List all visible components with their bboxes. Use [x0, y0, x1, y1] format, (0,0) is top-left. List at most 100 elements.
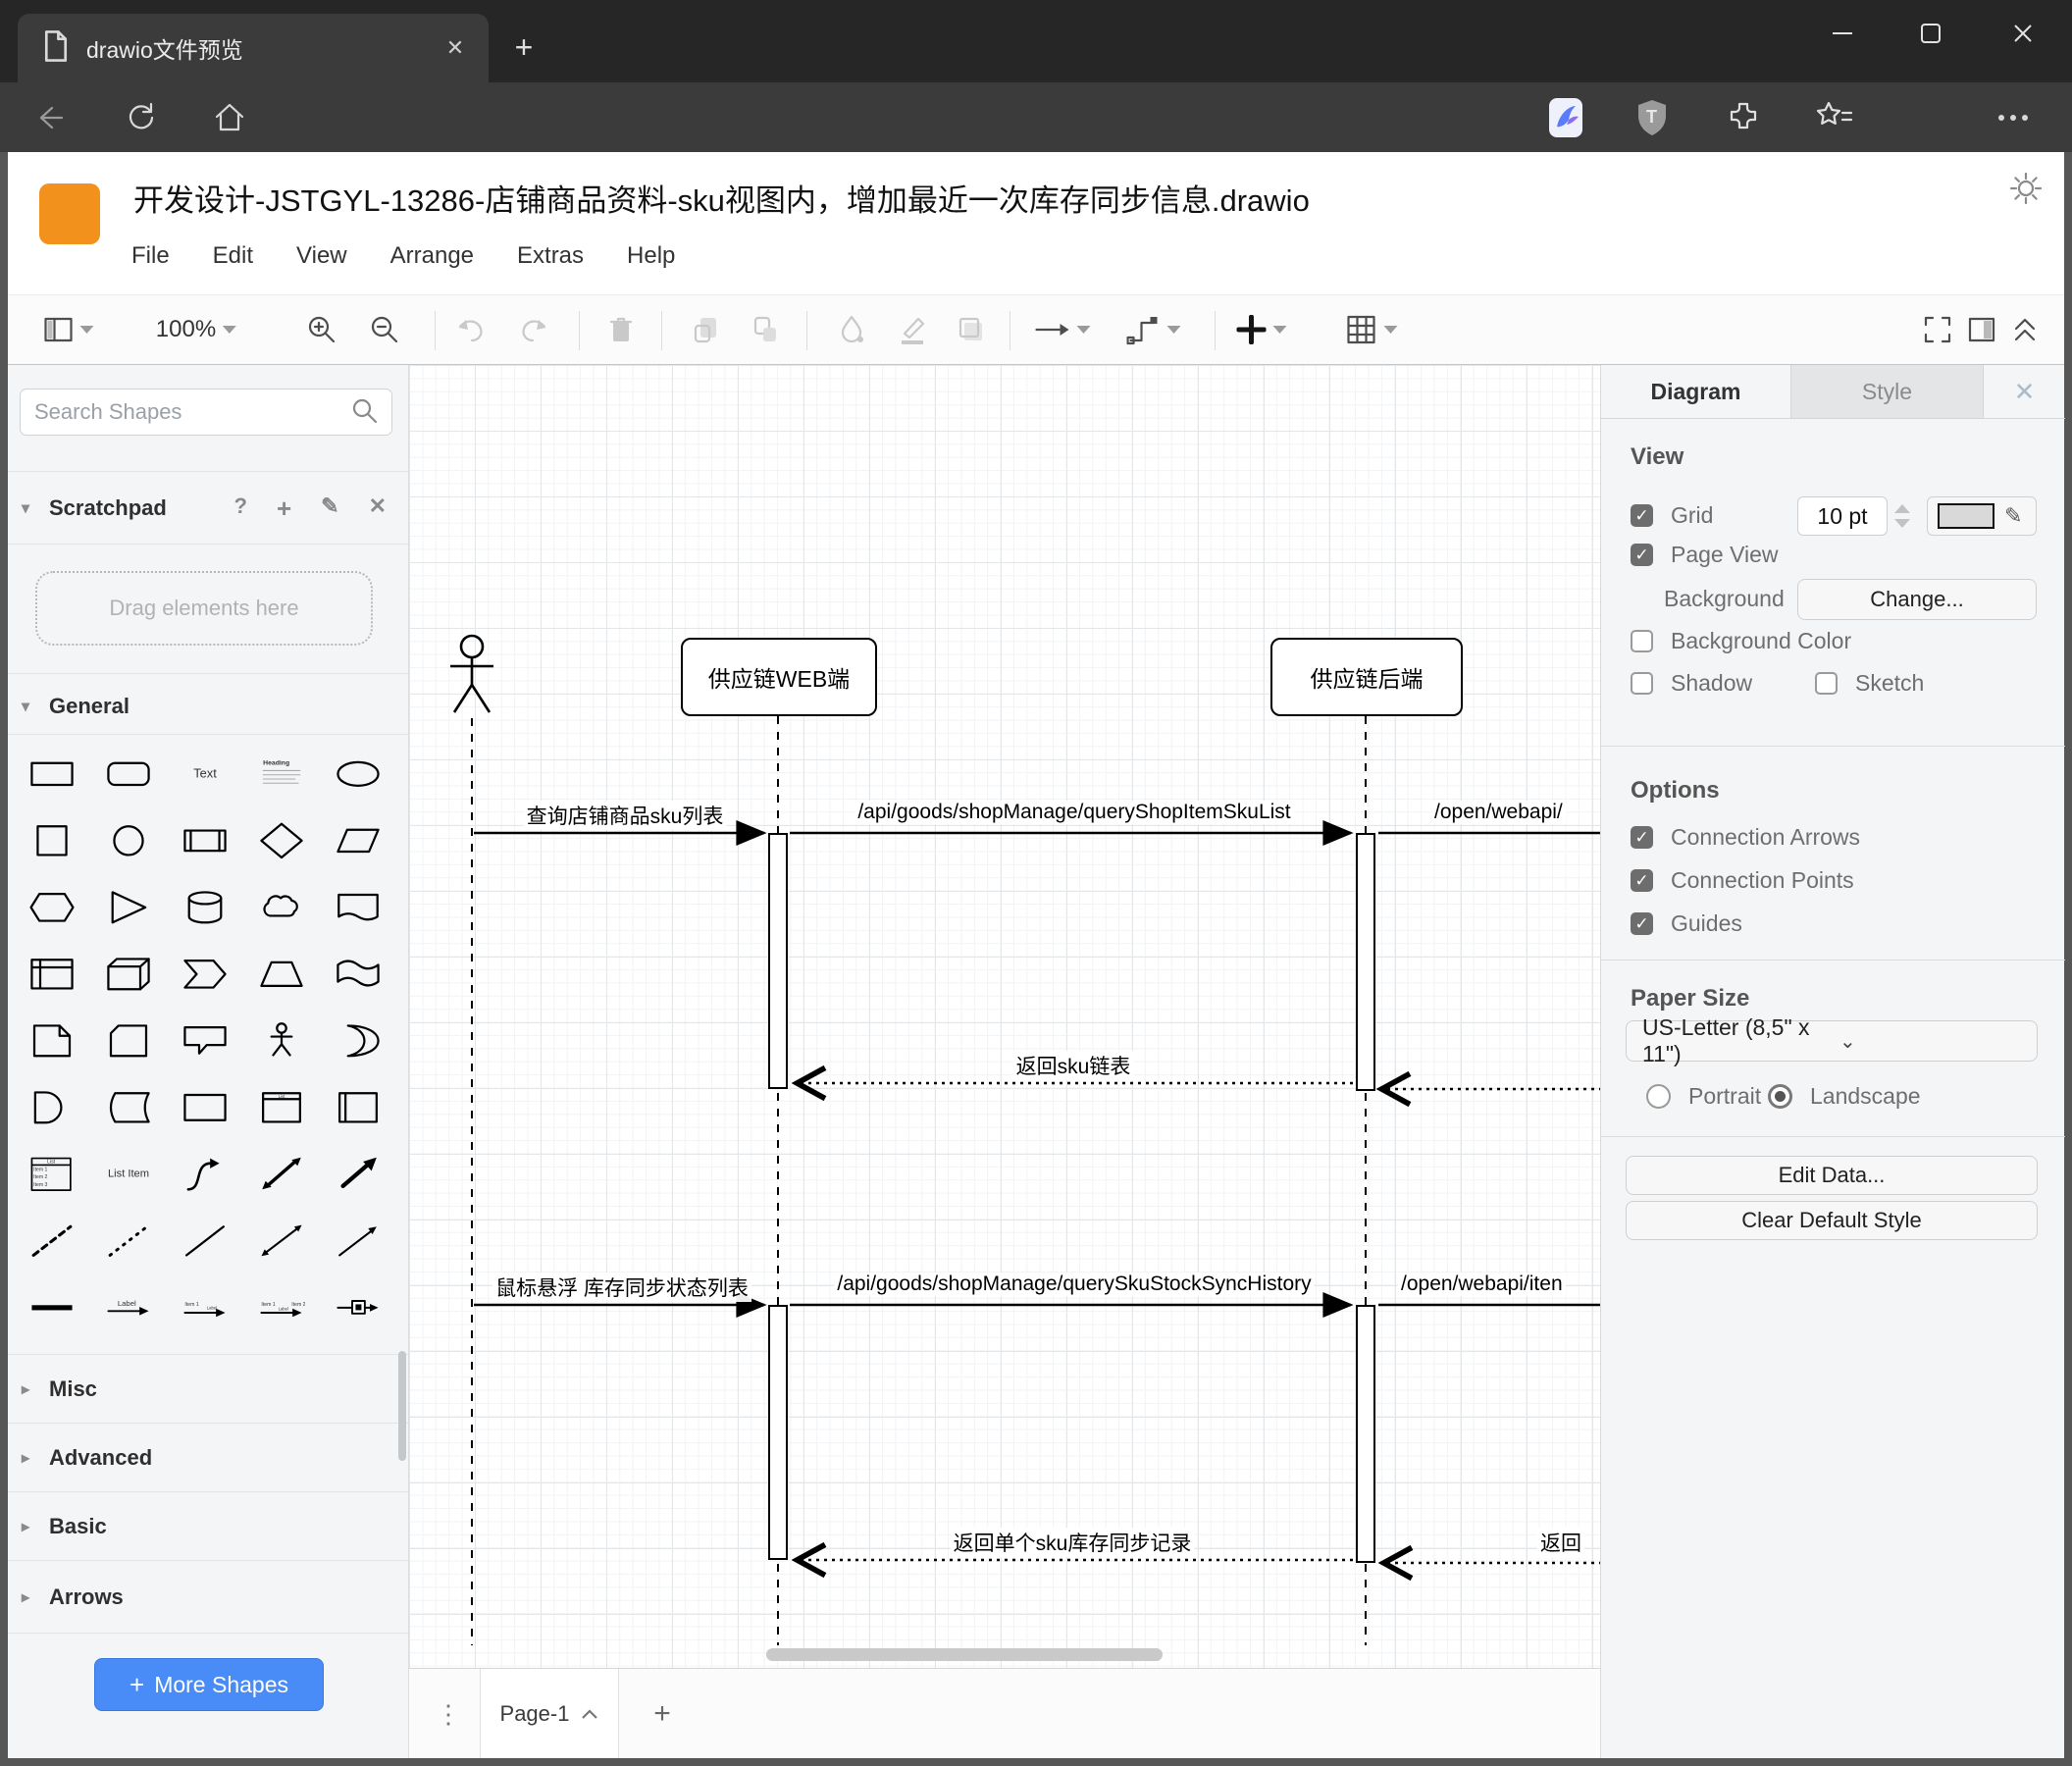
more-shapes-button[interactable]: + More Shapes [94, 1658, 324, 1711]
shape-link[interactable] [14, 1273, 90, 1340]
shape-dashed-line[interactable] [14, 1207, 90, 1273]
canvas-horizontal-scrollbar[interactable] [766, 1648, 1163, 1661]
edit-color-icon[interactable]: ✎ [2004, 503, 2022, 529]
shape-diamond[interactable] [243, 806, 320, 873]
zoom-out-icon[interactable] [369, 314, 400, 345]
grid-color-button[interactable]: ✎ [1927, 496, 2037, 536]
menu-file[interactable]: File [131, 242, 170, 270]
zoom-dropdown[interactable]: 100% [156, 316, 237, 343]
shape-and[interactable] [14, 1073, 90, 1140]
window-minimize-button[interactable] [1815, 10, 1870, 57]
shape-triangle[interactable] [90, 873, 167, 940]
shape-rectangle[interactable] [14, 740, 90, 806]
connection-points-checkbox[interactable]: ✓ [1631, 869, 1653, 892]
shape-horizontal-container[interactable] [320, 1073, 396, 1140]
refresh-icon[interactable] [120, 96, 163, 139]
tab-close-icon[interactable]: ✕ [438, 30, 473, 66]
pages-menu-icon[interactable]: ⋮ [427, 1692, 470, 1736]
waypoints-style-button[interactable] [1126, 313, 1181, 346]
sidebar-scrollbar[interactable] [398, 1351, 406, 1461]
menu-help[interactable]: Help [627, 242, 675, 270]
shape-bidirectional-connector[interactable] [243, 1207, 320, 1273]
window-close-button[interactable] [1995, 10, 2050, 57]
shape-dotted-line[interactable] [90, 1207, 167, 1273]
page-view-checkbox[interactable]: ✓ [1631, 544, 1653, 566]
scratchpad-add-icon[interactable]: + [277, 493, 291, 524]
delete-icon[interactable] [606, 314, 636, 345]
shape-vertical-container[interactable]: List [243, 1073, 320, 1140]
shape-rounded-rectangle[interactable] [90, 740, 167, 806]
color-swatch[interactable] [1938, 503, 1994, 529]
shape-directional-connector[interactable] [320, 1207, 396, 1273]
diagram-canvas[interactable]: 供应链WEB端 供应链后端 查询店铺商品sku列表 /api/goods/sho… [409, 365, 1600, 1668]
extension-bird-icon[interactable] [1544, 96, 1587, 139]
insert-button[interactable] [1236, 315, 1287, 344]
add-page-icon[interactable]: + [641, 1692, 684, 1736]
shape-list[interactable]: List Item 1 Item 2 Item 3 [14, 1140, 90, 1207]
shape-data-storage[interactable] [90, 1073, 167, 1140]
scratchpad-close-icon[interactable]: ✕ [369, 493, 387, 524]
fullscreen-icon[interactable] [1922, 314, 1953, 345]
guides-checkbox[interactable]: ✓ [1631, 912, 1653, 935]
collapse-toolbar-icon[interactable] [2011, 315, 2039, 344]
message-label[interactable]: 返回sku链表 [1012, 1051, 1134, 1080]
line-color-icon[interactable] [897, 314, 928, 345]
shape-or[interactable] [320, 1007, 396, 1073]
new-tab-button[interactable]: + [502, 26, 545, 69]
shape-hexagon[interactable] [14, 873, 90, 940]
browser-menu-icon[interactable] [1992, 96, 2035, 139]
section-general[interactable]: ▾ General [8, 685, 408, 728]
shape-step[interactable] [167, 940, 243, 1007]
message-label[interactable]: 查询店铺商品sku列表 [523, 801, 727, 830]
fill-color-icon[interactable] [837, 314, 866, 345]
shape-card[interactable] [90, 1007, 167, 1073]
panel-close-icon[interactable]: ✕ [1984, 365, 2065, 418]
message-label[interactable]: 返回单个sku库存同步记录 [950, 1528, 1195, 1557]
view-panels-button[interactable] [44, 317, 94, 342]
scratchpad-dropzone[interactable]: Drag elements here [35, 571, 373, 646]
shape-line[interactable] [167, 1207, 243, 1273]
theme-sun-icon[interactable] [2007, 170, 2046, 209]
format-panel-icon[interactable] [1967, 316, 1996, 343]
scratchpad-header[interactable]: ▾ Scratchpad ? + ✎ ✕ [8, 487, 408, 530]
shape-arrow[interactable] [320, 1140, 396, 1207]
shape-cube[interactable] [90, 940, 167, 1007]
portrait-radio[interactable] [1646, 1084, 1671, 1109]
shape-document[interactable] [320, 873, 396, 940]
participant-box-backend[interactable]: 供应链后端 [1270, 638, 1463, 716]
scratchpad-help-icon[interactable]: ? [233, 493, 246, 524]
menu-edit[interactable]: Edit [213, 242, 253, 270]
message-label[interactable]: /open/webapi/iten [1398, 1273, 1566, 1296]
redo-icon[interactable] [517, 315, 550, 344]
shadow-icon[interactable] [956, 314, 987, 345]
shape-arrow-source-target[interactable]: Item 1 Label Item 2 [243, 1273, 320, 1340]
shape-actor[interactable] [243, 1007, 320, 1073]
undo-icon[interactable] [454, 315, 488, 344]
shape-note[interactable] [14, 1007, 90, 1073]
page-tab[interactable]: Page-1 [480, 1669, 619, 1758]
stepper-down-icon[interactable] [1894, 519, 1910, 528]
message-label[interactable]: /api/goods/shopManage/querySkuStockSyncH… [834, 1273, 1315, 1296]
shape-text[interactable]: Text [167, 740, 243, 806]
window-maximize-button[interactable] [1903, 10, 1958, 57]
shape-bidirectional-arrow[interactable] [243, 1140, 320, 1207]
shape-cylinder[interactable] [167, 873, 243, 940]
home-icon[interactable] [208, 96, 251, 139]
shadow-checkbox[interactable] [1631, 672, 1653, 695]
background-color-checkbox[interactable] [1631, 630, 1653, 652]
message-label[interactable]: /open/webapi/ [1431, 801, 1566, 824]
sketch-checkbox[interactable] [1815, 672, 1838, 695]
tampermonkey-shield-icon[interactable]: T [1631, 96, 1674, 139]
clear-default-style-button[interactable]: Clear Default Style [1626, 1201, 2038, 1240]
to-front-icon[interactable] [691, 314, 722, 345]
activation-bar[interactable] [768, 1305, 788, 1560]
zoom-in-icon[interactable] [306, 314, 337, 345]
actor-icon[interactable] [450, 634, 493, 713]
activation-bar[interactable] [768, 833, 788, 1089]
menu-arrange[interactable]: Arrange [390, 242, 474, 270]
change-background-button[interactable]: Change... [1797, 579, 2037, 620]
extensions-puzzle-icon[interactable] [1723, 96, 1766, 139]
tab-style[interactable]: Style [1791, 365, 1984, 418]
activation-bar[interactable] [1356, 833, 1375, 1091]
message-label[interactable]: 鼠标悬浮 库存同步状态列表 [492, 1273, 751, 1302]
